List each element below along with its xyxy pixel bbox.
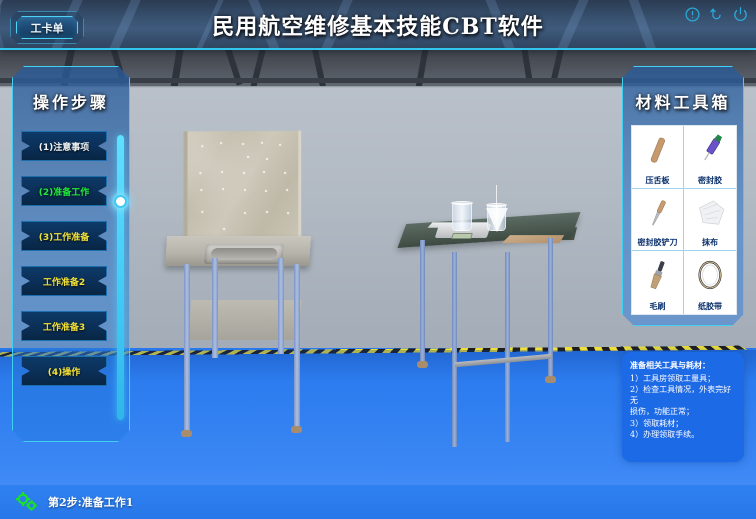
riveted-panel[interactable] <box>183 130 302 244</box>
tool-item-masking-tape[interactable]: 纸胶带 <box>684 251 736 314</box>
masking-tape-icon <box>684 255 736 295</box>
cup-rim <box>451 201 473 205</box>
sidebar-item-step-1[interactable]: (1)注意事项 <box>21 131 107 161</box>
table-leg <box>420 240 425 363</box>
bench-leg <box>278 258 284 354</box>
power-icon[interactable] <box>732 6 749 23</box>
header-icon-group <box>684 6 749 23</box>
tool-label: 密封胶 <box>698 174 722 185</box>
sealant-spatula-icon <box>632 193 683 233</box>
table-leg <box>505 252 510 442</box>
toolbox-panel: 材料工具箱 压舌板 密封胶 密封胶铲刀 抹布 毛刷 纸胶带 <box>622 66 744 326</box>
toolbox-panel-title: 材料工具箱 <box>635 93 731 112</box>
table-foot <box>545 376 556 383</box>
tool-item-sealant[interactable]: 密封胶 <box>684 126 736 189</box>
bench-leg <box>294 264 300 428</box>
bench-foot <box>291 426 302 433</box>
bench-leg <box>212 258 218 358</box>
sidebar-item-step-5[interactable]: 工作准备3 <box>21 311 107 341</box>
step-progress-handle[interactable] <box>114 195 127 208</box>
bench-shelf <box>188 300 302 340</box>
workorder-button[interactable]: 工卡单 <box>16 16 78 39</box>
undo-icon[interactable] <box>708 6 725 23</box>
step-progress-track[interactable] <box>117 135 124 420</box>
instruction-line: 2）检查工具情况，外表完好无 <box>630 384 732 406</box>
scale-display <box>451 233 473 239</box>
table-leg <box>452 252 457 447</box>
step-list: (1)注意事项 (2)准备工作 (3)工作准备 工作准备2 工作准备3 (4)操… <box>21 131 107 401</box>
bench-foot <box>181 430 192 437</box>
app-header: 民用航空维修基本技能CBT软件 <box>0 0 756 50</box>
sidebar-item-step-3[interactable]: (3)工作准备 <box>21 221 107 251</box>
instruction-line: 损伤，功能正常； <box>630 407 694 417</box>
sidebar-item-step-4[interactable]: 工作准备2 <box>21 266 107 296</box>
tool-item-brush[interactable]: 毛刷 <box>632 251 684 314</box>
tool-item-sealant-spatula[interactable]: 密封胶铲刀 <box>632 189 684 252</box>
bench-leg <box>184 264 190 432</box>
brush-icon <box>632 255 683 295</box>
application-window: 民用航空维修基本技能CBT软件 工卡单 操作步骤 (1)注意事项 (2)准备工作… <box>0 0 756 519</box>
gears-icon <box>16 492 37 511</box>
sidebar-item-step-6[interactable]: (4)操作 <box>21 356 107 386</box>
table-foot <box>417 361 428 368</box>
brown-work-pad[interactable] <box>501 235 565 244</box>
status-text: 第2步:准备工作1 <box>48 496 134 509</box>
instruction-line: 4）办理领取手续。 <box>630 429 700 439</box>
instruction-line: 3）领取耗材； <box>630 418 684 428</box>
instruction-line: 1）工具房领取工量具； <box>630 373 716 383</box>
page-title: 民用航空维修基本技能CBT软件 <box>212 14 544 40</box>
tool-item-cloth[interactable]: 抹布 <box>684 189 736 252</box>
tray-inner <box>210 248 278 260</box>
instruction-heading: 准备相关工具与耗材： <box>630 360 710 370</box>
steps-panel-title: 操作步骤 <box>32 93 109 112</box>
instruction-panel: 准备相关工具与耗材： 1）工具房领取工量具； 2）检查工具情况，外表完好无 损伤… <box>622 352 744 462</box>
sealant-syringe-icon <box>684 130 736 170</box>
help-icon[interactable] <box>684 6 701 23</box>
tool-label: 毛刷 <box>649 301 666 311</box>
tongue-depressor-icon <box>632 130 683 170</box>
sealant-cone <box>486 208 508 232</box>
sidebar-item-step-2[interactable]: (2)准备工作 <box>21 176 107 206</box>
steps-panel: 操作步骤 (1)注意事项 (2)准备工作 (3)工作准备 工作准备2 工作准备3… <box>12 66 130 442</box>
plastic-cup[interactable] <box>452 203 472 231</box>
tool-item-tongue-depressor[interactable]: 压舌板 <box>632 126 684 189</box>
tool-label: 抹布 <box>702 237 718 248</box>
tool-label: 压舌板 <box>645 174 670 185</box>
status-bar: 第2步:准备工作1 <box>0 485 756 519</box>
cloth-rag-icon <box>684 193 736 233</box>
tool-grid: 压舌板 密封胶 密封胶铲刀 抹布 毛刷 纸胶带 <box>631 125 737 315</box>
tool-label: 纸胶带 <box>698 301 722 311</box>
tool-label: 密封胶铲刀 <box>637 237 678 248</box>
sealant-stream <box>496 185 497 211</box>
